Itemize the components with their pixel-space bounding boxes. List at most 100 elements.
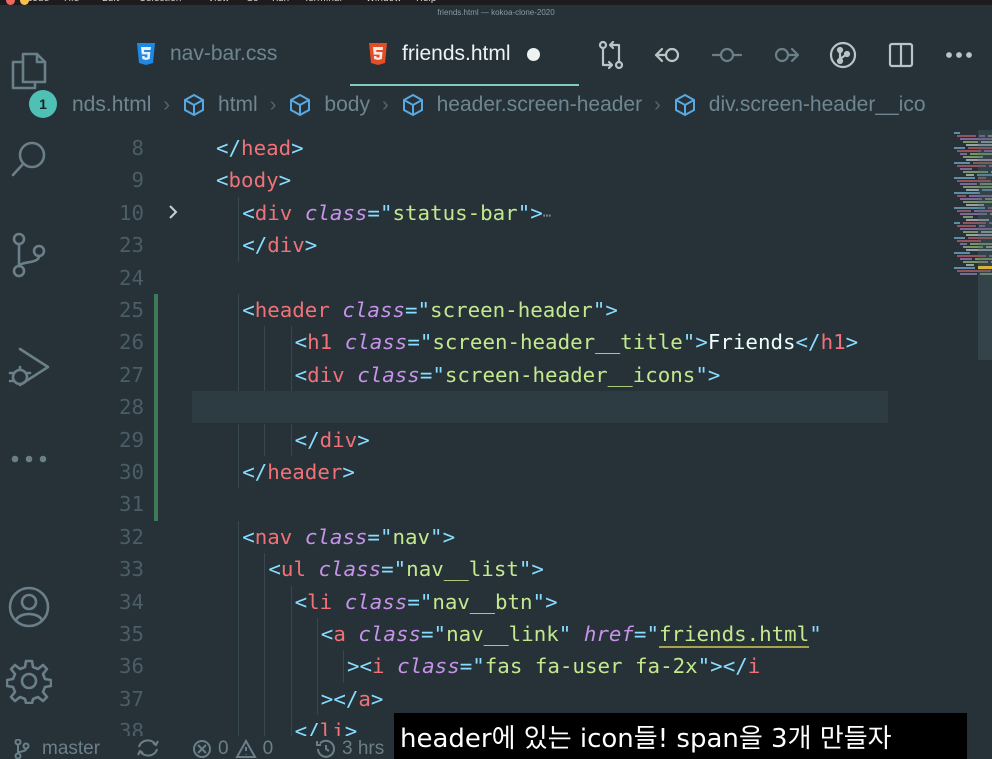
- git-branch-status[interactable]: master: [14, 738, 100, 759]
- line-number: 37: [118, 686, 144, 711]
- indent-guide: [290, 682, 292, 716]
- line-number: 23: [118, 233, 144, 258]
- sync-status[interactable]: [136, 738, 160, 758]
- code-line[interactable]: 10 <div class="status-bar">⋯: [60, 196, 888, 230]
- line-number: 35: [118, 622, 144, 646]
- breadcrumb-item-body[interactable]: body: [288, 93, 370, 117]
- code-line[interactable]: 30 </header>: [60, 456, 888, 489]
- minimap-stroke: [960, 153, 967, 155]
- problems-status[interactable]: 0 0: [192, 738, 273, 759]
- minimap-stroke: [954, 147, 965, 149]
- menu-item-code[interactable]: Code: [26, 0, 49, 4]
- chevron-right-icon: ›: [163, 93, 171, 116]
- minimap-stroke: [954, 222, 960, 224]
- indent-guide: [343, 650, 344, 683]
- code-line[interactable]: 33 <ul class="nav__list">: [60, 553, 888, 586]
- code-editor[interactable]: 8 </head> 9 <body> 10 <div class="status-bar"…: [60, 130, 992, 759]
- more-actions-button[interactable]: [944, 40, 974, 70]
- code-line[interactable]: 31: [60, 488, 888, 520]
- symbol-element-icon: [290, 93, 311, 117]
- breadcrumb-item-header[interactable]: header.screen-header: [401, 93, 642, 117]
- code-text: <header class="screen-header">: [242, 298, 618, 322]
- split-editor-button[interactable]: [886, 40, 916, 70]
- code-line[interactable]: 32 <nav class="nav">: [60, 520, 888, 554]
- indent-guide: [290, 650, 292, 683]
- breadcrumb-label: header.screen-header: [436, 93, 643, 116]
- code-line[interactable]: 23 </div>: [60, 229, 888, 262]
- menu-item-file[interactable]: File: [64, 0, 79, 4]
- settings-gear-icon: [6, 659, 52, 704]
- macos-menu-bar: Code File Edit Selection View Go Run Terminal Wi…: [0, 0, 992, 5]
- menu-item-selection[interactable]: Selection: [140, 0, 181, 4]
- minimap-stroke: [960, 273, 977, 275]
- code-line[interactable]: 27 <div class="screen-header__icons">: [60, 358, 888, 392]
- breadcrumb-item-file[interactable]: nds.html: [72, 93, 151, 117]
- manage-button[interactable]: [4, 656, 54, 706]
- indent-guide: [238, 650, 240, 683]
- explorer-badge: 1: [29, 90, 57, 118]
- go-back-button[interactable]: [654, 40, 684, 70]
- menu-item-go[interactable]: Go: [246, 0, 258, 4]
- line-number: 24: [118, 265, 144, 290]
- indent-guide: [238, 618, 240, 651]
- indent-guide: [264, 553, 266, 586]
- search-button[interactable]: [4, 134, 54, 184]
- time-tracker-status[interactable]: 3 hrs: [314, 738, 384, 759]
- open-changes-button[interactable]: [596, 40, 626, 70]
- code-line[interactable]: 37 ></a>: [60, 682, 888, 716]
- code-line[interactable]: 28: [60, 391, 888, 423]
- accounts-button[interactable]: [4, 582, 54, 632]
- tab-label: nav-bar.css: [170, 42, 278, 65]
- fold-chevron-right-icon[interactable]: [164, 203, 182, 221]
- indent-guide: [264, 682, 266, 716]
- symbol-element-icon: [402, 93, 423, 117]
- code-text: </div>: [242, 233, 318, 258]
- code-line[interactable]: 26 <h1 class="screen-header__title">Frien…: [60, 326, 888, 359]
- code-line[interactable]: 29 </div>: [60, 423, 888, 456]
- line-number: 30: [118, 460, 144, 484]
- git-graph-button[interactable]: [828, 40, 858, 70]
- line-number: 10: [118, 200, 144, 225]
- code-text: </head>: [216, 136, 304, 160]
- code-line[interactable]: 9 <body>: [60, 164, 888, 196]
- minimap-stroke: [957, 195, 966, 197]
- more-views-button[interactable]: [4, 434, 54, 484]
- tab-nav-bar-css[interactable]: nav-bar.css: [136, 20, 277, 88]
- vertical-scrollbar-thumb[interactable]: [978, 130, 992, 360]
- indent-guide: [290, 358, 292, 392]
- code-text: <h1 class="screen-header__title">Friends…: [294, 330, 859, 355]
- menu-item-help[interactable]: Help: [416, 0, 437, 4]
- tab-friends-html[interactable]: friends.html: [368, 20, 540, 88]
- code-line[interactable]: 34 <li class="nav__btn">: [60, 585, 888, 618]
- code-line[interactable]: 24: [60, 262, 888, 294]
- arrow-right-circle-icon: [774, 47, 800, 63]
- code-line[interactable]: 8 </head>: [60, 132, 888, 164]
- go-forward-button[interactable]: [770, 40, 800, 70]
- minimap-stroke: [963, 231, 978, 233]
- source-control-button[interactable]: [4, 230, 54, 280]
- minimap-stroke: [960, 258, 972, 260]
- menu-item-edit[interactable]: Edit: [102, 0, 119, 4]
- line-number: 28: [118, 395, 144, 420]
- chevron-right-icon: ›: [654, 93, 661, 116]
- code-line[interactable]: 36 ><i class="fas fa-user fa-2x"></i: [60, 650, 888, 683]
- run-debug-button[interactable]: [4, 342, 54, 392]
- css3-icon: [137, 43, 155, 65]
- menu-item-run[interactable]: Run: [272, 0, 289, 4]
- active-tab-indicator: [350, 84, 579, 86]
- indent-guide: [316, 682, 318, 716]
- menu-item-window[interactable]: Window: [366, 0, 402, 4]
- explorer-button[interactable]: [4, 44, 54, 94]
- code-text: <li class="nav__btn">: [294, 589, 558, 614]
- code-line[interactable]: 35 <a class="nav__link" href="friends.htm…: [60, 618, 888, 651]
- breadcrumb-item-html[interactable]: html: [182, 93, 258, 117]
- breadcrumb-item-div[interactable]: div.screen-header__ico: [673, 93, 926, 117]
- indent-guide: [290, 326, 292, 359]
- unsaved-dot-icon[interactable]: [526, 47, 540, 61]
- menu-item-terminal[interactable]: Terminal: [304, 0, 342, 4]
- code-line[interactable]: 25 <header class="screen-header">: [60, 294, 888, 327]
- git-commit-icon: [712, 47, 742, 63]
- menu-item-view[interactable]: View: [208, 0, 229, 4]
- commit-button[interactable]: [712, 40, 742, 70]
- error-count: 0: [218, 738, 229, 759]
